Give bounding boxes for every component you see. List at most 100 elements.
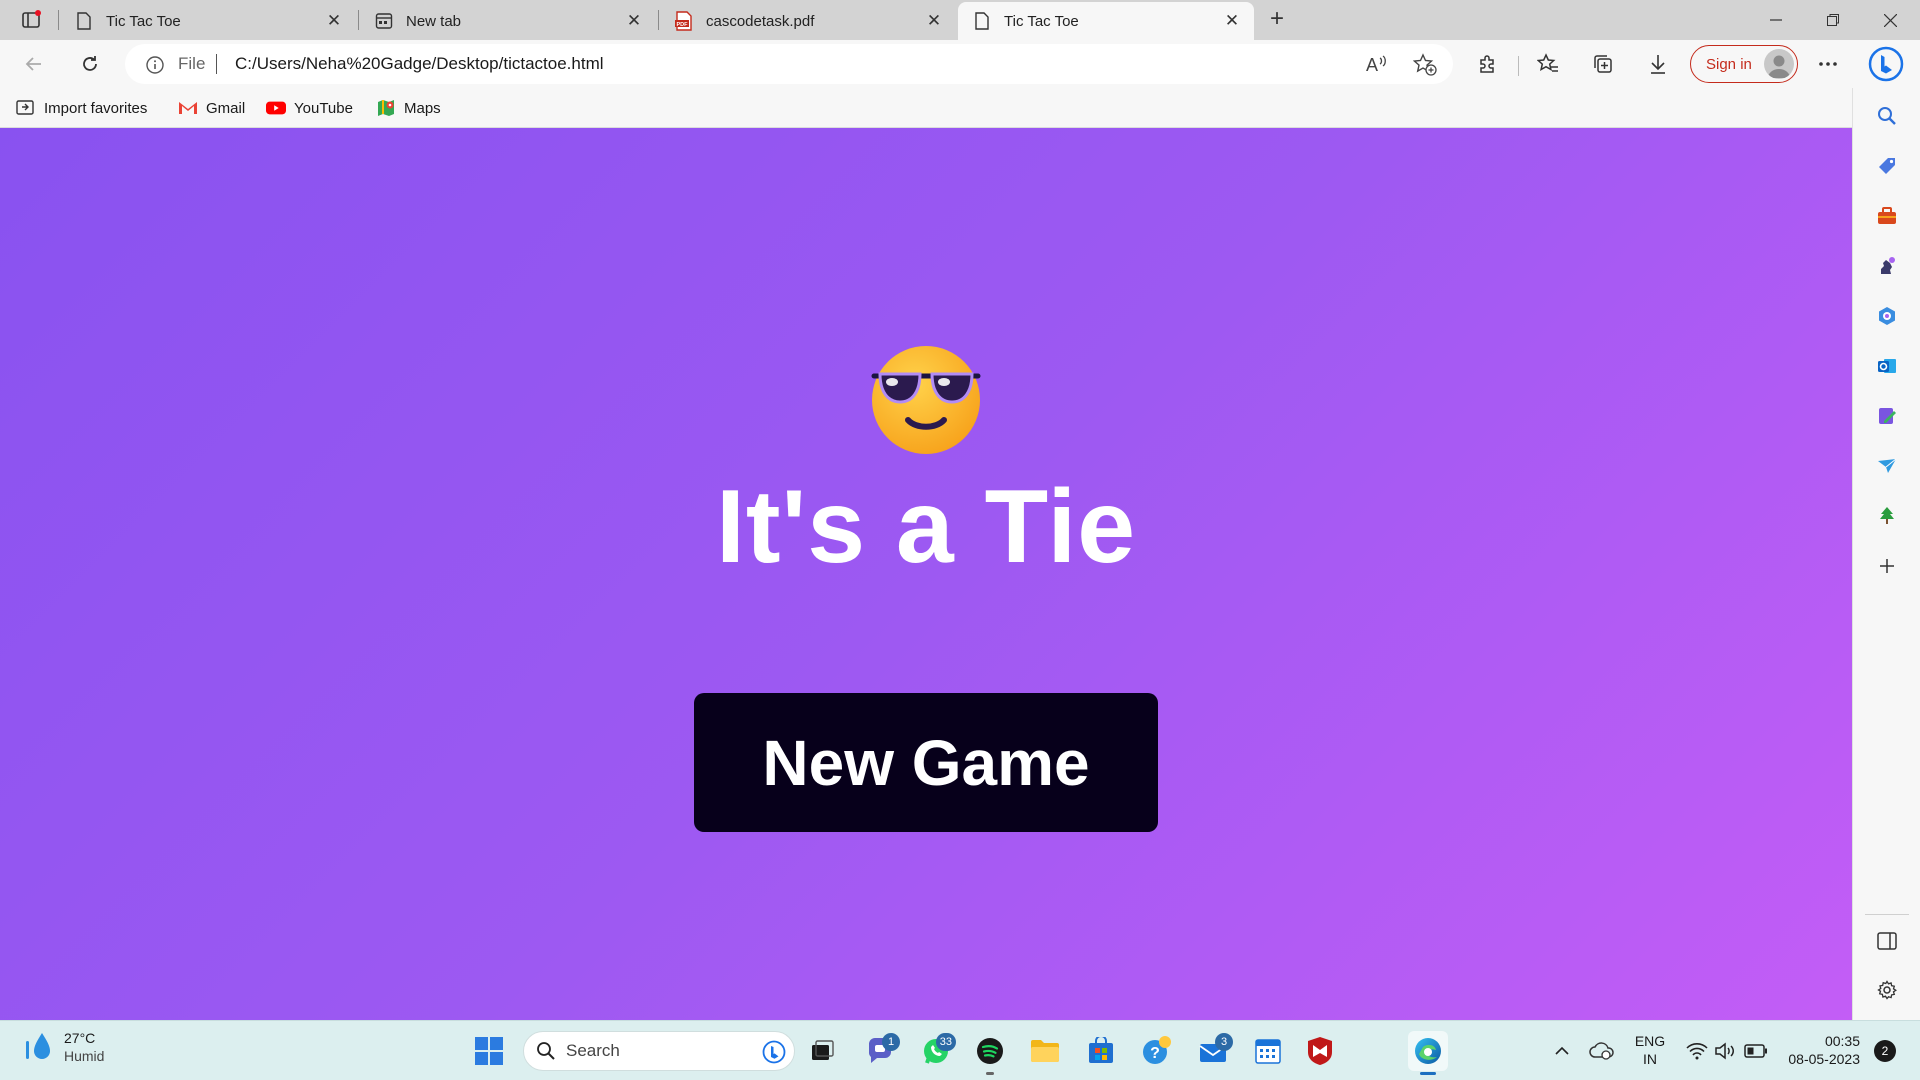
sidebar-search-button[interactable] bbox=[1869, 98, 1905, 134]
task-view-button[interactable] bbox=[802, 1031, 842, 1071]
settings-menu-button[interactable] bbox=[1810, 46, 1846, 82]
close-window-button[interactable] bbox=[1862, 0, 1918, 40]
tab-actions-button[interactable] bbox=[12, 6, 50, 34]
download-icon bbox=[1651, 55, 1665, 74]
designer-icon bbox=[1879, 408, 1896, 424]
sidebar-designer-button[interactable] bbox=[1869, 398, 1905, 434]
windows-logo-icon bbox=[475, 1037, 503, 1065]
sidebar-divider bbox=[1865, 914, 1909, 915]
favorites-button[interactable] bbox=[1530, 46, 1566, 82]
weather-widget[interactable]: 27°C Humid bbox=[20, 1029, 104, 1065]
running-app-indicator bbox=[986, 1072, 994, 1075]
new-game-button[interactable]: New Game bbox=[694, 693, 1158, 832]
teams-chat-button[interactable]: 1 bbox=[860, 1031, 900, 1071]
onedrive-button[interactable] bbox=[1588, 1033, 1616, 1069]
extensions-button[interactable] bbox=[1470, 46, 1506, 82]
new-tab-button[interactable]: + bbox=[1262, 6, 1292, 34]
microsoft-store-button[interactable] bbox=[1081, 1031, 1121, 1071]
tab-separator bbox=[658, 10, 659, 30]
mail-button[interactable]: 3 bbox=[1193, 1031, 1233, 1071]
tab-pdf[interactable]: PDF cascodetask.pdf ✕ bbox=[660, 2, 956, 40]
tab-new-tab[interactable]: New tab ✕ bbox=[360, 2, 656, 40]
favorite-import[interactable]: Import favorites bbox=[16, 96, 147, 120]
tab-title: cascodetask.pdf bbox=[706, 12, 815, 30]
minimize-button[interactable] bbox=[1748, 0, 1804, 40]
favorite-youtube[interactable]: YouTube bbox=[266, 96, 353, 120]
get-help-button[interactable]: ? bbox=[1137, 1031, 1177, 1071]
edge-sidebar bbox=[1852, 88, 1920, 1020]
whatsapp-button[interactable]: 33 bbox=[916, 1031, 956, 1071]
bing-chat-button[interactable] bbox=[1866, 44, 1906, 84]
file-explorer-button[interactable] bbox=[1025, 1031, 1065, 1071]
close-icon[interactable]: ✕ bbox=[924, 11, 944, 31]
calendar-button[interactable] bbox=[1248, 1031, 1288, 1071]
tab-separator bbox=[358, 10, 359, 30]
close-icon[interactable]: ✕ bbox=[324, 11, 344, 31]
shopping-tag-icon bbox=[1879, 158, 1895, 174]
sidebar-office-button[interactable] bbox=[1869, 298, 1905, 334]
task-view-icon bbox=[812, 1040, 834, 1060]
edge-icon bbox=[1415, 1038, 1441, 1064]
wifi-button[interactable] bbox=[1683, 1033, 1711, 1069]
info-icon[interactable] bbox=[145, 55, 165, 80]
back-arrow-icon bbox=[25, 57, 41, 71]
tab-tic-tac-toe-1[interactable]: Tic Tac Toe ✕ bbox=[60, 2, 356, 40]
wifi-icon bbox=[1686, 1043, 1708, 1060]
close-icon[interactable]: ✕ bbox=[1222, 11, 1242, 31]
address-bar[interactable]: File C:/Users/Neha%20Gadge/Desktop/ticta… bbox=[125, 44, 1453, 84]
sidebar-drop-button[interactable] bbox=[1869, 448, 1905, 484]
spotify-button[interactable] bbox=[970, 1031, 1010, 1071]
volume-button[interactable] bbox=[1711, 1033, 1739, 1069]
notification-count-badge[interactable]: 2 bbox=[1874, 1040, 1896, 1062]
tab-strip: Tic Tac Toe ✕ New tab ✕ PDF cascodetask.… bbox=[0, 0, 1920, 40]
favorite-label: YouTube bbox=[294, 99, 353, 117]
refresh-icon bbox=[83, 56, 97, 71]
edge-taskbar-button[interactable] bbox=[1408, 1031, 1448, 1071]
youtube-icon bbox=[266, 98, 286, 118]
favorite-gmail[interactable]: Gmail bbox=[178, 96, 245, 120]
show-hidden-icons-button[interactable] bbox=[1548, 1033, 1576, 1069]
sidebar-outlook-button[interactable] bbox=[1869, 348, 1905, 384]
sign-in-button[interactable]: Sign in bbox=[1690, 45, 1798, 83]
refresh-button[interactable] bbox=[72, 46, 108, 82]
address-url[interactable]: C:/Users/Neha%20Gadge/Desktop/tictactoe.… bbox=[235, 54, 604, 74]
sidebar-tree-button[interactable] bbox=[1869, 498, 1905, 534]
back-button[interactable] bbox=[16, 46, 52, 82]
gear-icon bbox=[1877, 980, 1897, 1000]
favorite-maps[interactable]: Maps bbox=[376, 96, 441, 120]
calendar-icon bbox=[1255, 1039, 1281, 1064]
battery-icon bbox=[1744, 1044, 1767, 1058]
sidebar-settings-button[interactable] bbox=[1869, 972, 1905, 1008]
outlook-icon bbox=[1878, 359, 1896, 373]
downloads-button[interactable] bbox=[1640, 46, 1676, 82]
start-button[interactable] bbox=[469, 1031, 509, 1071]
teams-badge: 1 bbox=[882, 1033, 900, 1051]
puzzle-icon bbox=[1480, 55, 1494, 73]
panel-icon bbox=[1877, 932, 1897, 950]
sidebar-shopping-button[interactable] bbox=[1869, 148, 1905, 184]
system-clock[interactable]: 00:35 08-05-2023 bbox=[1780, 1032, 1860, 1068]
close-icon[interactable]: ✕ bbox=[624, 11, 644, 31]
mcafee-button[interactable] bbox=[1300, 1031, 1340, 1071]
sidebar-add-button[interactable] bbox=[1869, 548, 1905, 584]
clock-date: 08-05-2023 bbox=[1788, 1051, 1860, 1067]
sidebar-hide-button[interactable] bbox=[1869, 923, 1905, 959]
search-label: Search bbox=[566, 1041, 620, 1060]
restore-button[interactable] bbox=[1805, 0, 1861, 40]
collections-button[interactable] bbox=[1585, 46, 1621, 82]
favorite-label: Gmail bbox=[206, 99, 246, 117]
windows-taskbar: 27°C Humid Search 1 33 ? 3 ENG IN 00:35 … bbox=[0, 1020, 1920, 1080]
toolbar-divider bbox=[1518, 56, 1519, 76]
battery-button[interactable] bbox=[1742, 1033, 1770, 1069]
active-app-indicator bbox=[1420, 1072, 1436, 1075]
language-indicator[interactable]: ENG IN bbox=[1632, 1032, 1668, 1068]
add-favorite-icon[interactable] bbox=[1412, 53, 1437, 82]
pdf-icon: PDF bbox=[674, 11, 694, 31]
taskbar-search[interactable]: Search bbox=[523, 1031, 795, 1071]
sidebar-games-button[interactable] bbox=[1869, 248, 1905, 284]
read-aloud-icon[interactable]: A bbox=[1365, 53, 1389, 80]
sidebar-tools-button[interactable] bbox=[1869, 198, 1905, 234]
bing-icon bbox=[1868, 46, 1904, 82]
chevron-up-icon bbox=[1555, 1046, 1569, 1055]
tab-tic-tac-toe-active[interactable]: Tic Tac Toe ✕ bbox=[958, 2, 1254, 40]
